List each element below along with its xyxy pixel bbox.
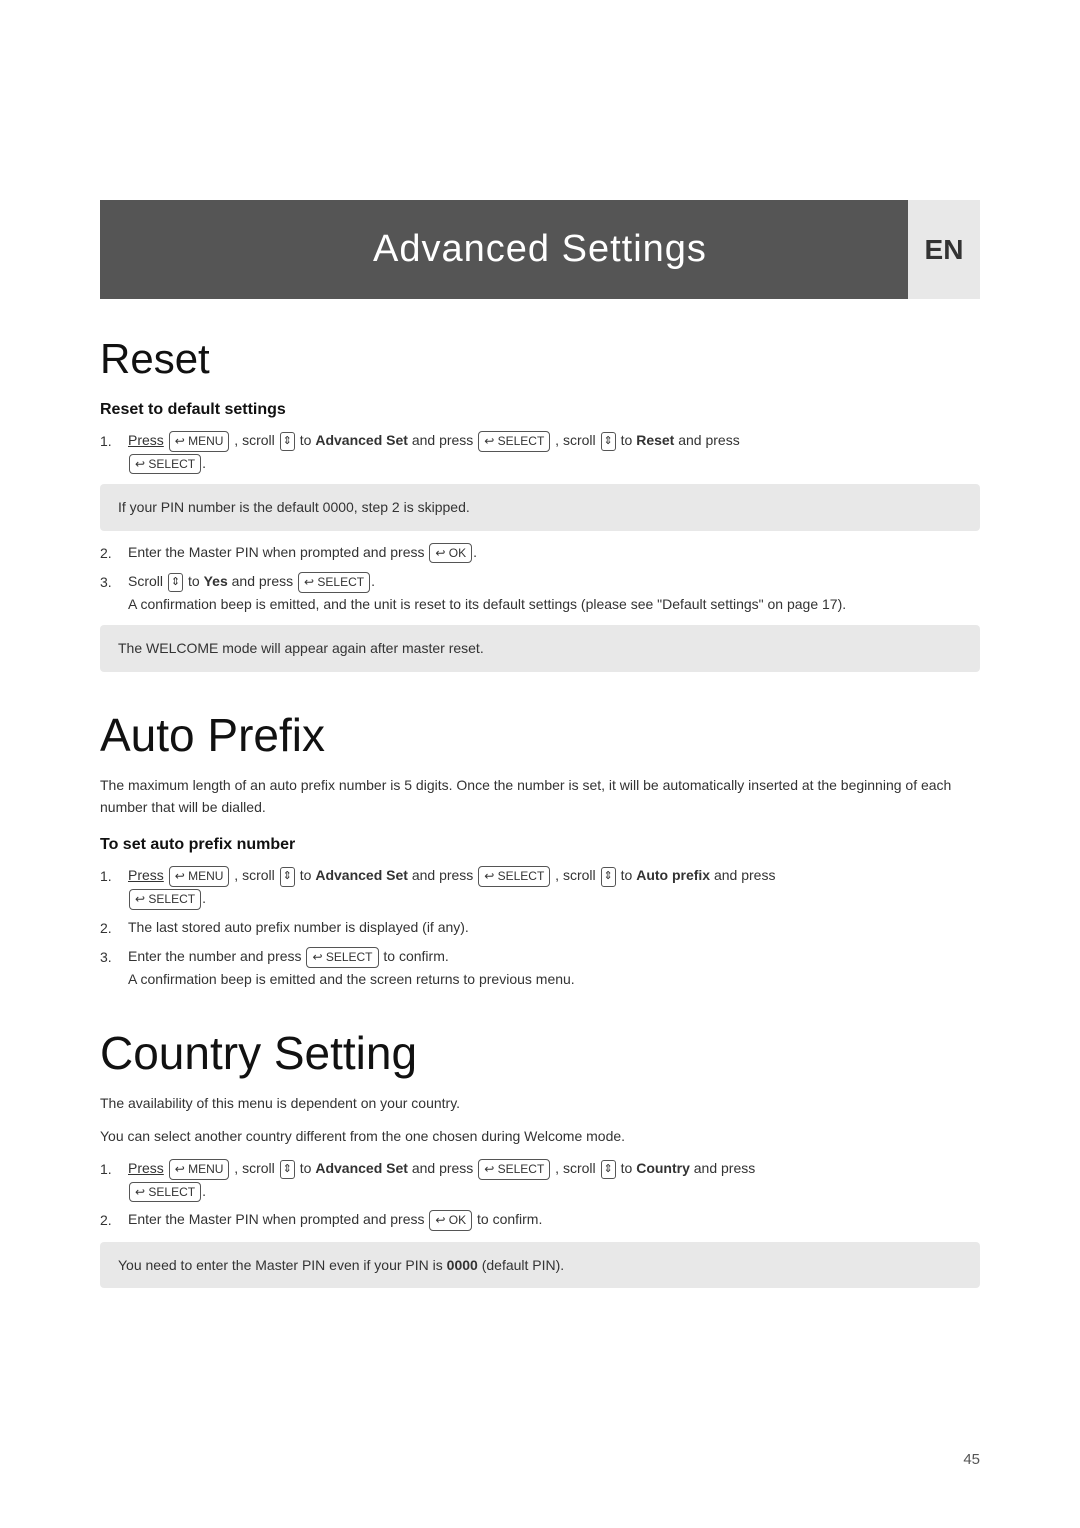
step-number-2: 2. — [100, 541, 128, 564]
step-1-content: Press ↩ MENU , scroll ⇕ to Advanced Set … — [128, 429, 980, 474]
reset-text: Reset — [636, 432, 674, 448]
select-button-icon-2: ↩ SELECT — [129, 454, 201, 475]
reset-steps-list: 1. Press ↩ MENU , scroll ⇕ to Advanced S… — [100, 429, 980, 474]
cs-press-text: Press — [128, 1160, 164, 1176]
ap-step-3-subtext: A confirmation beep is emitted and the s… — [128, 971, 575, 987]
auto-prefix-step-1: 1. Press ↩ MENU , scroll ⇕ to Advanced S… — [100, 864, 980, 909]
ap-auto-prefix-bold: Auto prefix — [636, 867, 710, 883]
yes-text: Yes — [204, 573, 228, 589]
cs-select-1: ↩ SELECT — [478, 1159, 550, 1180]
cs-select-2: ↩ SELECT — [129, 1182, 201, 1203]
country-steps: 1. Press ↩ MENU , scroll ⇕ to Advanced S… — [100, 1157, 980, 1232]
auto-prefix-subsection: To set auto prefix number — [100, 836, 980, 854]
country-setting-section: Country Setting The availability of this… — [100, 1026, 980, 1288]
country-step-1: 1. Press ↩ MENU , scroll ⇕ to Advanced S… — [100, 1157, 980, 1202]
ap-menu-icon: ↩ MENU — [169, 866, 230, 887]
header-banner: Advanced Settings EN — [100, 200, 980, 299]
default-pin-text: 0000 — [447, 1257, 478, 1273]
select-button-icon-1: ↩ SELECT — [478, 431, 550, 452]
step-number-3: 3. — [100, 570, 128, 593]
country-step-2: 2. Enter the Master PIN when prompted an… — [100, 1208, 980, 1231]
reset-step-3: 3. Scroll ⇕ to Yes and press ↩ SELECT. A… — [100, 570, 980, 615]
step-3-subtext: A confirmation beep is emitted, and the … — [128, 596, 846, 612]
cs-step-num-1: 1. — [100, 1157, 128, 1180]
ap-select-3: ↩ SELECT — [306, 947, 378, 968]
scroll-icon-3: ⇕ — [168, 573, 183, 593]
auto-prefix-intro: The maximum length of an auto prefix num… — [100, 774, 980, 819]
page: Advanced Settings EN Reset Reset to defa… — [0, 0, 1080, 1528]
reset-step-2: 2. Enter the Master PIN when prompted an… — [100, 541, 980, 564]
ap-advanced-set: Advanced Set — [315, 867, 408, 883]
ap-scroll-2: ⇕ — [601, 867, 616, 887]
ap-select-2: ↩ SELECT — [129, 889, 201, 910]
ap-step-num-2: 2. — [100, 916, 128, 939]
cs-menu-icon: ↩ MENU — [169, 1159, 230, 1180]
page-title: Advanced Settings — [373, 228, 707, 271]
cs-scroll-2: ⇕ — [601, 1160, 616, 1180]
auto-prefix-step-3: 3. Enter the number and press ↩ SELECT t… — [100, 945, 980, 990]
ap-step-2-content: The last stored auto prefix number is di… — [128, 916, 980, 938]
advanced-set-text: Advanced Set — [315, 432, 408, 448]
country-intro-2: You can select another country different… — [100, 1125, 980, 1147]
reset-step-1: 1. Press ↩ MENU , scroll ⇕ to Advanced S… — [100, 429, 980, 474]
ok-button-icon: ↩ OK — [429, 543, 472, 564]
reset-note-2: The WELCOME mode will appear again after… — [100, 625, 980, 671]
select-button-icon-3: ↩ SELECT — [298, 572, 370, 593]
ap-press-text: Press — [128, 867, 164, 883]
reset-steps-list-2: 2. Enter the Master PIN when prompted an… — [100, 541, 980, 615]
ap-scroll-1: ⇕ — [280, 867, 295, 887]
auto-prefix-steps: 1. Press ↩ MENU , scroll ⇕ to Advanced S… — [100, 864, 980, 990]
language-badge: EN — [908, 200, 980, 299]
auto-prefix-section: Auto Prefix The maximum length of an aut… — [100, 708, 980, 991]
step-number-1: 1. — [100, 429, 128, 452]
reset-section: Reset Reset to default settings 1. Press… — [100, 335, 980, 672]
scroll-icon-2: ⇕ — [601, 432, 616, 452]
reset-note-1: If your PIN number is the default 0000, … — [100, 484, 980, 530]
cs-step-1-content: Press ↩ MENU , scroll ⇕ to Advanced Set … — [128, 1157, 980, 1202]
reset-title: Reset — [100, 335, 980, 383]
step-3-content: Scroll ⇕ to Yes and press ↩ SELECT. A co… — [128, 570, 980, 615]
country-setting-title: Country Setting — [100, 1026, 980, 1080]
country-note: You need to enter the Master PIN even if… — [100, 1242, 980, 1288]
cs-ok-icon: ↩ OK — [429, 1210, 472, 1231]
ap-select-1: ↩ SELECT — [478, 866, 550, 887]
press-text: Press — [128, 432, 164, 448]
cs-scroll-1: ⇕ — [280, 1160, 295, 1180]
page-number: 45 — [963, 1451, 980, 1468]
cs-advanced-set: Advanced Set — [315, 1160, 408, 1176]
step-2-content: Enter the Master PIN when prompted and p… — [128, 541, 980, 564]
menu-button-icon: ↩ MENU — [169, 431, 230, 452]
ap-step-num-1: 1. — [100, 864, 128, 887]
cs-step-num-2: 2. — [100, 1208, 128, 1231]
ap-step-num-3: 3. — [100, 945, 128, 968]
auto-prefix-step-2: 2. The last stored auto prefix number is… — [100, 916, 980, 939]
cs-country-bold: Country — [636, 1160, 690, 1176]
reset-subsection-title: Reset to default settings — [100, 401, 980, 419]
scroll-icon-1: ⇕ — [280, 432, 295, 452]
country-intro-1: The availability of this menu is depende… — [100, 1092, 980, 1114]
ap-step-3-content: Enter the number and press ↩ SELECT to c… — [128, 945, 980, 990]
cs-step-2-content: Enter the Master PIN when prompted and p… — [128, 1208, 980, 1231]
ap-step-1-content: Press ↩ MENU , scroll ⇕ to Advanced Set … — [128, 864, 980, 909]
auto-prefix-title: Auto Prefix — [100, 708, 980, 762]
